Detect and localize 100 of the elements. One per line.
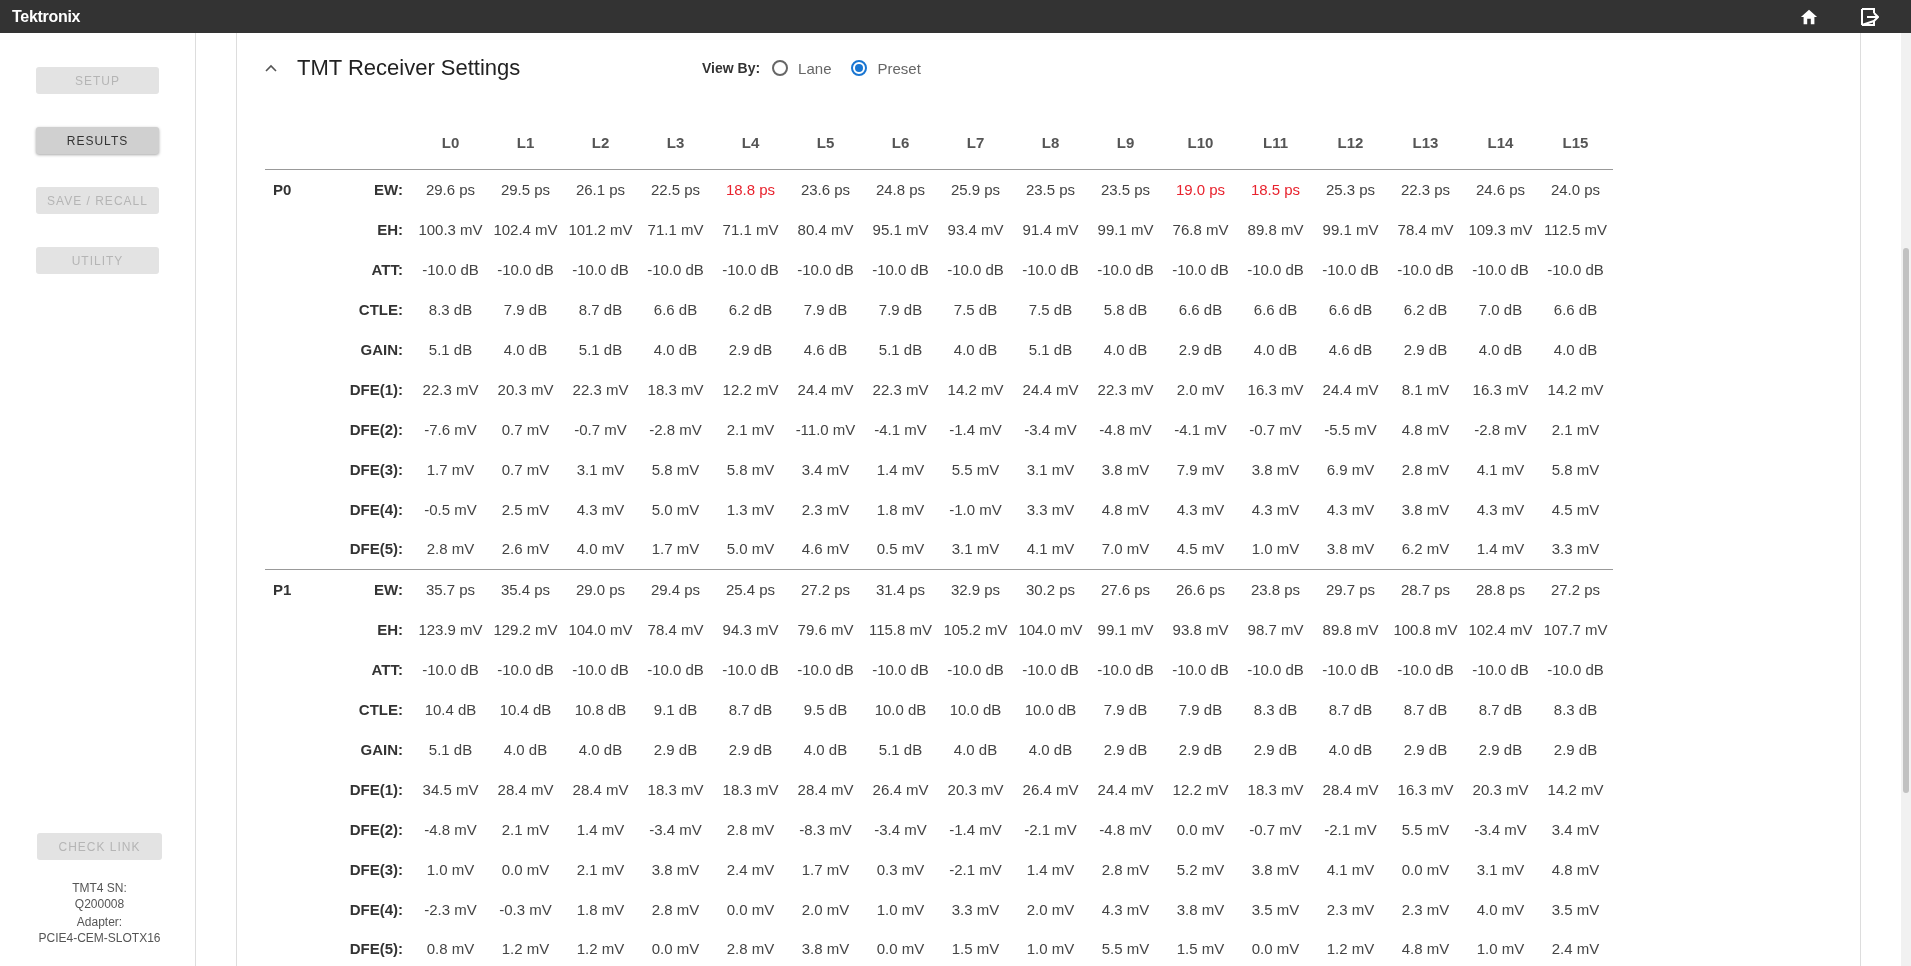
- table-cell: 18.5 ps: [1250, 180, 1301, 198]
- table-cell: 105.2 mV: [943, 620, 1008, 638]
- table-cell: 93.8 mV: [1172, 620, 1229, 638]
- table-cell: -10.0 dB: [1172, 660, 1229, 678]
- table-cell: 12.2 mV: [1172, 780, 1229, 798]
- table-cell: 26.6 ps: [1175, 580, 1226, 598]
- table-cell: -3.4 mV: [1024, 420, 1077, 438]
- table-cell: 28.4 mV: [572, 780, 629, 798]
- table-cell: 7.9 dB: [1178, 700, 1223, 718]
- table-cell: 2.9 dB: [1178, 340, 1223, 358]
- table-cell: 25.9 ps: [950, 180, 1001, 198]
- table-cell: 29.0 ps: [575, 580, 626, 598]
- table-cell: 0.5 mV: [876, 540, 925, 558]
- table-cell: 89.8 mV: [1247, 220, 1304, 238]
- row-label: DFE(5):: [349, 540, 403, 558]
- table-cell: 4.0 dB: [1103, 340, 1148, 358]
- table-cell: -2.1 mV: [1024, 820, 1077, 838]
- table-cell: 6.2 mV: [1401, 540, 1450, 558]
- table-cell: 4.0 dB: [578, 740, 623, 758]
- row-label: DFE(5):: [349, 940, 403, 958]
- table-cell: 28.8 ps: [1475, 580, 1526, 598]
- row-label: GAIN:: [360, 340, 403, 358]
- radio-button[interactable]: [772, 60, 789, 76]
- radio-option[interactable]: Preset: [851, 59, 921, 77]
- logout-icon[interactable]: [1859, 6, 1879, 27]
- table-cell: 2.1 mV: [1551, 420, 1600, 438]
- table-cell: 18.3 mV: [647, 780, 704, 798]
- table-cell: 1.2 mV: [576, 940, 625, 958]
- table-cell: 71.1 mV: [647, 220, 704, 238]
- row-label: DFE(3):: [349, 860, 403, 878]
- radio-option[interactable]: Lane: [772, 59, 832, 77]
- table-cell: 3.3 mV: [1026, 500, 1075, 518]
- table-cell: 4.0 dB: [803, 740, 848, 758]
- table-cell: 3.8 mV: [1176, 900, 1225, 918]
- table-cell: 3.8 mV: [1251, 860, 1300, 878]
- row-label: CTLE:: [358, 700, 403, 718]
- row-label: ATT:: [371, 260, 403, 278]
- collapse-chevron-icon[interactable]: [265, 64, 277, 72]
- row-label: DFE(4):: [349, 500, 403, 518]
- table-cell: 7.9 mV: [1176, 460, 1225, 478]
- table-cell: 2.9 dB: [728, 340, 773, 358]
- device-info-text: Q200008: [74, 896, 125, 912]
- table-cell: 115.8 mV: [868, 620, 933, 638]
- table-cell: 24.4 mV: [1022, 380, 1079, 398]
- table-cell: 14.2 mV: [1547, 780, 1604, 798]
- table-cell: 10.0 dB: [1024, 700, 1077, 718]
- table-cell: 1.5 mV: [1176, 940, 1225, 958]
- table-cell: -10.0 dB: [797, 260, 854, 278]
- table-cell: 5.8 mV: [651, 460, 700, 478]
- table-cell: 8.3 dB: [1553, 700, 1598, 718]
- table-cell: -4.8 mV: [1099, 420, 1152, 438]
- table-cell: 4.0 dB: [653, 340, 698, 358]
- table-cell: 0.0 mV: [501, 860, 550, 878]
- device-info-text: TMT4 SN:: [72, 880, 127, 896]
- table-cell: 3.8 mV: [651, 860, 700, 878]
- table-cell: 104.0 mV: [568, 620, 633, 638]
- table-cell: 6.6 dB: [1178, 300, 1223, 318]
- table-cell: 3.1 mV: [951, 540, 1000, 558]
- table-cell: -10.0 dB: [1397, 260, 1454, 278]
- table-cell: 1.0 mV: [1026, 940, 1075, 958]
- table-cell: 2.6 mV: [501, 540, 550, 558]
- table-cell: 2.8 mV: [726, 820, 775, 838]
- nav-button[interactable]: RESULTS: [36, 127, 159, 154]
- table-cell: 10.8 dB: [574, 700, 627, 718]
- scrollbar[interactable]: [1901, 33, 1911, 966]
- table-cell: -2.1 mV: [1324, 820, 1377, 838]
- table-cell: 91.4 mV: [1022, 220, 1079, 238]
- table-cell: -1.4 mV: [949, 420, 1002, 438]
- table-cell: 22.3 mV: [422, 380, 479, 398]
- table-cell: 24.6 ps: [1475, 180, 1526, 198]
- table-cell: 8.7 dB: [1478, 700, 1523, 718]
- table-cell: 2.8 mV: [1401, 460, 1450, 478]
- panel-title: TMT Receiver Settings: [297, 55, 522, 81]
- column-header: L6: [863, 117, 938, 169]
- table-cell: 20.3 mV: [497, 380, 554, 398]
- table-cell: -1.4 mV: [949, 820, 1002, 838]
- table-cell: 3.8 mV: [1401, 500, 1450, 518]
- table-cell: -10.0 dB: [1547, 660, 1604, 678]
- row-label: DFE(2):: [349, 820, 403, 838]
- table-cell: -2.3 mV: [424, 900, 477, 918]
- table-cell: 9.5 dB: [803, 700, 848, 718]
- table-cell: 3.8 mV: [801, 940, 850, 958]
- table-cell: -10.0 dB: [1247, 660, 1304, 678]
- radio-button[interactable]: [851, 60, 868, 76]
- table-cell: 5.1 dB: [878, 340, 923, 358]
- table-cell: 6.6 dB: [1328, 300, 1373, 318]
- table-cell: 79.6 mV: [797, 620, 854, 638]
- table-cell: 2.3 mV: [1401, 900, 1450, 918]
- table-cell: 32.9 ps: [950, 580, 1001, 598]
- table-cell: -10.0 dB: [497, 660, 554, 678]
- table-cell: 22.3 ps: [1400, 180, 1451, 198]
- table-cell: -0.5 mV: [424, 500, 477, 518]
- table-cell: 26.4 mV: [872, 780, 929, 798]
- table-cell: 71.1 mV: [722, 220, 779, 238]
- table-cell: 29.6 ps: [425, 180, 476, 198]
- table-cell: 27.2 ps: [1550, 580, 1601, 598]
- home-icon[interactable]: [1799, 7, 1819, 26]
- row-label: EH:: [377, 220, 403, 238]
- table-cell: -11.0 mV: [795, 420, 856, 438]
- preset-label: P0: [273, 180, 292, 198]
